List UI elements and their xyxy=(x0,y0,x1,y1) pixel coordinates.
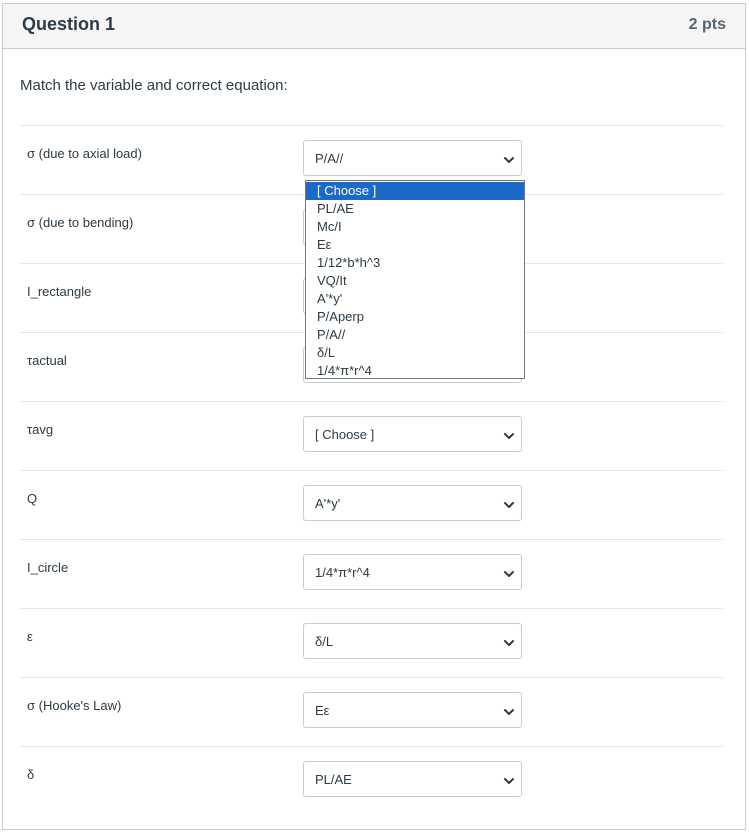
variable-label: τactual xyxy=(27,353,67,368)
equation-select[interactable]: [ Choose ] xyxy=(303,416,522,452)
dropdown-option[interactable]: P/A// xyxy=(306,326,524,344)
chevron-down-icon xyxy=(503,567,515,579)
question-header: Question 1 2 pts xyxy=(3,4,745,49)
chevron-down-icon xyxy=(503,705,515,717)
match-row: Q A'*y' xyxy=(20,470,723,540)
dropdown-option[interactable]: [ Choose ] xyxy=(306,182,524,200)
dropdown-option[interactable]: P/Aperp xyxy=(306,308,524,326)
question-points: 2 pts xyxy=(688,16,726,33)
match-row: I_circle 1/4*π*r^4 xyxy=(20,539,723,609)
match-row: σ (Hooke's Law) Eε xyxy=(20,677,723,747)
match-row: τavg [ Choose ] xyxy=(20,401,723,471)
equation-dropdown-list[interactable]: [ Choose ] PL/AE Mc/I Eε 1/12*b*h^3 VQ/It A'*y… xyxy=(305,180,525,379)
equation-select[interactable]: 1/4*π*r^4 xyxy=(303,554,522,590)
equation-select-value: [ Choose ] xyxy=(315,427,375,442)
match-row: ε δ/L xyxy=(20,608,723,678)
equation-select-value: Eε xyxy=(315,703,330,718)
equation-select-value: 1/4*π*r^4 xyxy=(315,565,370,580)
question-title: Question 1 xyxy=(22,14,116,34)
question-instruction: Match the variable and correct equation: xyxy=(20,77,288,94)
variable-label: ε xyxy=(27,629,33,644)
variable-label: σ (due to bending) xyxy=(27,215,134,230)
equation-select-value: PL/AE xyxy=(315,772,352,787)
variable-label: Q xyxy=(27,491,38,506)
variable-label: τavg xyxy=(27,422,54,437)
equation-select[interactable]: Eε xyxy=(303,692,522,728)
dropdown-option[interactable]: 1/12*b*h^3 xyxy=(306,254,524,272)
variable-label: I_rectangle xyxy=(27,284,92,299)
dropdown-option[interactable]: δ/L xyxy=(306,344,524,362)
dropdown-option[interactable]: 1/4*π*r^4 xyxy=(306,362,524,380)
match-row: δ PL/AE xyxy=(20,746,723,816)
dropdown-option[interactable]: Mc/I xyxy=(306,218,524,236)
equation-select-value: A'*y' xyxy=(315,496,341,511)
dropdown-option[interactable]: PL/AE xyxy=(306,200,524,218)
chevron-down-icon xyxy=(503,636,515,648)
chevron-down-icon xyxy=(503,498,515,510)
variable-label: σ (due to axial load) xyxy=(27,146,142,161)
variable-label: σ (Hooke's Law) xyxy=(27,698,122,713)
dropdown-option[interactable]: VQ/It xyxy=(306,272,524,290)
variable-label: I_circle xyxy=(27,560,69,575)
chevron-down-icon xyxy=(503,429,515,441)
chevron-down-icon xyxy=(503,774,515,786)
variable-label: δ xyxy=(27,767,35,782)
equation-select-value: P/A// xyxy=(315,151,344,166)
equation-select-value: δ/L xyxy=(315,634,334,649)
equation-select[interactable]: δ/L xyxy=(303,623,522,659)
chevron-down-icon xyxy=(503,153,515,165)
equation-select[interactable]: PL/AE xyxy=(303,761,522,797)
equation-select[interactable]: P/A// xyxy=(303,140,522,176)
dropdown-option[interactable]: Eε xyxy=(306,236,524,254)
equation-select[interactable]: A'*y' xyxy=(303,485,522,521)
dropdown-option[interactable]: A'*y' xyxy=(306,290,524,308)
